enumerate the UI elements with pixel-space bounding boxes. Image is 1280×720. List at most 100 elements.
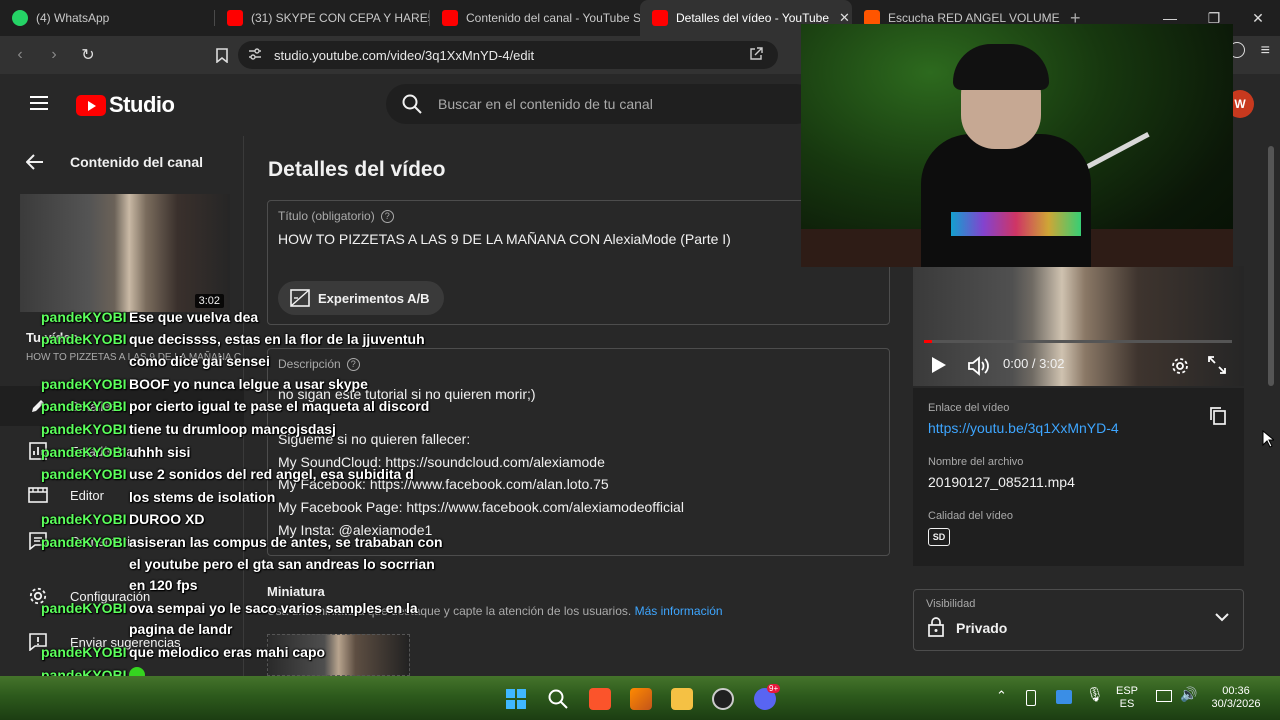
sd-quality-badge: SD [928,528,950,546]
youtube-play-logo-icon [76,94,106,116]
chevron-up-icon[interactable]: ⌃ [996,689,1007,702]
back-to-channel-content[interactable]: Contenido del canal [26,154,203,170]
description-text[interactable]: no sigan este tutorial si no quieren mor… [278,383,684,541]
description-line: no sigan este tutorial si no quieren mor… [278,386,536,402]
forward-icon[interactable]: › [40,41,68,69]
ab-testing-button[interactable]: Experimentos A/B [278,281,444,315]
page-title: Detalles del vídeo [268,158,446,181]
sidebar-item-analytics[interactable]: Estadísticas [0,431,244,471]
description-line: My Facebook: https://www.facebook.com/al… [278,476,609,493]
title-field[interactable]: Título (obligatorio)? HOW TO PIZZETAS A … [267,200,890,325]
video-title-truncated: HOW TO PIZZETAS A LAS 9 DE LA MAÑANA C [26,352,242,363]
feedback-icon [28,632,48,652]
title-input[interactable]: HOW TO PIZZETAS A LAS 9 DE LA MAÑANA CON… [278,231,731,247]
windows-start-icon[interactable] [505,688,527,710]
tab-skype-video[interactable]: (31) SKYPE CON CEPA Y HARE5 | S [215,0,429,36]
description-line: My Insta: @alexiamode1 [278,521,433,538]
bookmark-icon[interactable] [208,41,236,69]
video-link[interactable]: https://youtu.be/3q1XxMnYD-4 [928,420,1119,436]
play-button[interactable] [929,356,947,374]
learn-more-link[interactable]: Más información [635,604,723,618]
youtube-icon [227,10,243,26]
network-icon[interactable] [1156,690,1172,702]
close-window-icon[interactable]: ✕ [1236,0,1280,36]
search-icon[interactable] [547,688,569,710]
thumbnail-option[interactable] [267,634,410,676]
fl-studio-icon[interactable] [630,688,652,710]
sidebar-item-editor[interactable]: Editor [0,475,244,515]
menu-icon[interactable]: ≡ [1261,42,1270,60]
video-preview-player[interactable] [913,266,1244,386]
visibility-select[interactable]: Visibilidad Privado [913,589,1244,651]
description-line: Sigueme si no quieren fallecer: [278,431,471,448]
search-icon [402,94,422,114]
comment-icon [28,531,48,551]
player-progress-bar[interactable] [924,340,1232,343]
volume-button[interactable] [967,356,991,376]
share-icon[interactable] [749,46,764,64]
url-text: studio.youtube.com/video/3q1XxMnYD-4/edi… [274,47,535,63]
title-field-label: Título (obligatorio) [278,209,375,223]
site-settings-icon[interactable] [248,47,262,61]
sidebar-item-label: Estadísticas [70,443,141,459]
obs-icon[interactable] [712,688,734,710]
sidebar-item-comments[interactable]: Comentarios [0,521,244,561]
filename-value: 20190127_085211.mp4 [928,474,1075,490]
player-settings-button[interactable] [1170,356,1190,376]
back-label: Contenido del canal [70,154,204,170]
video-info-panel: Enlace del vídeo https://youtu.be/3q1XxM… [913,388,1244,566]
arrow-left-icon [26,154,43,170]
channel-search-input[interactable]: Buscar en el contenido de tu canal [386,84,816,124]
description-field-label: Descripción [278,357,341,371]
language-indicator[interactable]: ESP ES [1116,685,1138,711]
tab-channel-content[interactable]: Contenido del canal - YouTube St [430,0,640,36]
hamburger-menu-icon[interactable] [30,96,48,110]
tab-title: Detalles del vídeo - YouTube [676,11,829,25]
gear-icon [1172,358,1188,374]
thumbnail-section-title: Miniatura [267,584,325,599]
tab-whatsapp[interactable]: (4) WhatsApp [0,0,214,36]
usb-icon[interactable] [1026,690,1036,706]
discord-notification-badge: 9+ [767,684,781,693]
youtube-studio-logo[interactable]: Studio [76,92,175,118]
gear-icon [28,586,48,606]
reload-icon[interactable]: ↻ [74,41,102,69]
app-tray-icon[interactable] [1056,690,1072,704]
sidebar-item-label: Detalles [70,398,117,414]
brave-browser-icon[interactable] [589,688,611,710]
sidebar-item-details[interactable]: Detalles [0,386,244,426]
sidebar-item-label: Comentarios [70,533,144,549]
video-link-label: Enlace del vídeo [928,402,1010,414]
back-icon[interactable]: ‹ [6,41,34,69]
windows-taskbar: 9+ ⌃ 🎙 ESP ES 🔊 00:36 30/3/2026 [0,676,1280,720]
sidebar-item-settings[interactable]: Configuración [0,576,244,616]
ab-testing-label: Experimentos A/B [318,290,430,306]
sidebar-item-feedback[interactable]: Enviar sugerencias [0,622,244,662]
play-icon [932,357,946,373]
whatsapp-icon [12,10,28,26]
filename-label: Nombre del archivo [928,456,1024,468]
sidebar-item-label: Configuración [70,588,151,604]
help-icon[interactable]: ? [380,209,394,223]
search-placeholder: Buscar en el contenido de tu canal [438,96,653,112]
speaker-icon[interactable]: 🔊 [1180,687,1197,701]
quality-label: Calidad del vídeo [928,510,1014,522]
fullscreen-button[interactable] [1208,356,1226,374]
help-icon[interactable]: ? [346,357,360,371]
clock[interactable]: 00:36 30/3/2026 [1206,685,1266,711]
bar-chart-icon [28,441,48,461]
youtube-icon [652,10,668,26]
address-bar[interactable]: studio.youtube.com/video/3q1XxMnYD-4/edi… [238,41,778,69]
tab-title: (31) SKYPE CON CEPA Y HARE5 | S [251,11,429,25]
file-explorer-icon[interactable] [671,688,693,710]
tab-title: Contenido del canal - YouTube St [466,11,640,25]
video-thumbnail[interactable]: 3:02 [20,194,230,312]
microphone-icon[interactable]: 🎙 [1086,687,1104,701]
description-line [278,406,684,429]
description-field[interactable]: Descripción? no sigan este tutorial si n… [267,348,890,556]
copy-link-button[interactable] [1209,406,1227,431]
sidebar-item-label: Enviar sugerencias [70,634,181,650]
tab-title: (4) WhatsApp [36,11,110,25]
page-scrollbar[interactable] [1268,146,1274,386]
volume-icon [968,356,989,376]
